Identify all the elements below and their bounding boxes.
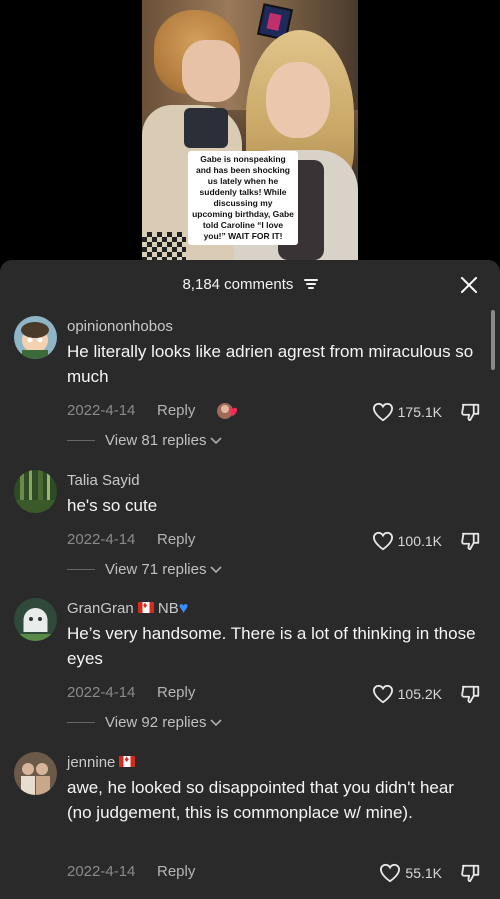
like-button[interactable]: 55.1K xyxy=(379,863,442,883)
reply-button[interactable]: Reply xyxy=(157,531,195,548)
comment-date: 2022-4-14 xyxy=(67,531,136,548)
comment-username-row: GranGran NB♥ xyxy=(67,600,188,618)
comment-text: He’s very handsome. There is a lot of th… xyxy=(67,624,476,668)
heart-icon xyxy=(372,402,394,422)
video-caption: Gabe is nonspeaking and has been shockin… xyxy=(188,151,298,245)
chevron-down-icon xyxy=(210,561,223,578)
comment-username[interactable]: Talia Sayid xyxy=(67,472,140,489)
like-count: 100.1K xyxy=(397,533,442,549)
comment-date: 2022-4-14 xyxy=(67,684,136,701)
sort-lines-icon[interactable] xyxy=(303,279,318,289)
comment-username[interactable]: GranGran xyxy=(67,600,134,617)
view-replies-button[interactable]: View 92 replies xyxy=(67,714,223,731)
reply-button[interactable]: Reply xyxy=(157,402,195,419)
blue-heart-icon: ♥ xyxy=(178,600,189,618)
creator-liked-badge-icon xyxy=(216,401,240,421)
avatar[interactable] xyxy=(14,316,57,359)
comment-username-row: jennine xyxy=(67,754,136,771)
canada-flag-icon xyxy=(137,600,154,613)
like-count: 55.1K xyxy=(405,865,442,881)
close-icon[interactable] xyxy=(458,274,480,296)
comment-username[interactable]: opiniononhobos xyxy=(67,318,173,335)
like-button[interactable]: 175.1K xyxy=(372,402,442,422)
avatar[interactable] xyxy=(14,752,57,795)
comment-username-suffix: NB xyxy=(157,600,179,617)
view-replies-label: View 71 replies xyxy=(105,561,207,578)
comment-username[interactable]: jennine xyxy=(67,754,115,771)
scrollbar[interactable] xyxy=(491,310,495,370)
avatar[interactable] xyxy=(14,470,57,513)
like-button[interactable]: 100.1K xyxy=(372,531,442,551)
chevron-down-icon xyxy=(210,432,223,449)
avatar[interactable] xyxy=(14,598,57,641)
like-button[interactable]: 105.2K xyxy=(372,684,442,704)
view-replies-label: View 92 replies xyxy=(105,714,207,731)
reply-button[interactable]: Reply xyxy=(157,684,195,701)
comment-text: he's so cute xyxy=(67,496,158,515)
comments-sheet: 8,184 comments opiniononhobos He literal… xyxy=(0,260,500,899)
reply-button[interactable]: Reply xyxy=(157,863,195,880)
replies-divider xyxy=(67,722,95,723)
heart-icon xyxy=(372,531,394,551)
comment-date: 2022-4-14 xyxy=(67,402,136,419)
view-replies-button[interactable]: View 81 replies xyxy=(67,432,223,449)
dislike-icon[interactable] xyxy=(460,684,482,704)
comments-header: 8,184 comments xyxy=(0,272,500,298)
view-replies-button[interactable]: View 71 replies xyxy=(67,561,223,578)
like-count: 105.2K xyxy=(397,686,442,702)
dislike-icon[interactable] xyxy=(460,402,482,422)
video-person-boy-face xyxy=(182,40,240,102)
replies-divider xyxy=(67,569,95,570)
video-player[interactable]: Gabe is nonspeaking and has been shockin… xyxy=(142,0,358,262)
comment-count-row[interactable]: 8,184 comments xyxy=(0,276,500,293)
video-person-woman-face xyxy=(266,62,330,138)
comment-date: 2022-4-14 xyxy=(67,863,136,880)
heart-icon xyxy=(372,684,394,704)
video-person-boy-collar xyxy=(184,108,228,148)
dislike-icon[interactable] xyxy=(460,863,482,883)
video-checkered-pattern xyxy=(142,232,186,262)
heart-icon xyxy=(379,863,401,883)
canada-flag-icon xyxy=(119,754,136,767)
view-replies-label: View 81 replies xyxy=(105,432,207,449)
comment-text: awe, he looked so disappointed that you … xyxy=(67,778,454,822)
dislike-icon[interactable] xyxy=(460,531,482,551)
replies-divider xyxy=(67,440,95,441)
comment-text: He literally looks like adrien agrest fr… xyxy=(67,342,474,386)
chevron-down-icon xyxy=(210,714,223,731)
like-count: 175.1K xyxy=(397,404,442,420)
comment-count: 8,184 comments xyxy=(182,276,294,293)
